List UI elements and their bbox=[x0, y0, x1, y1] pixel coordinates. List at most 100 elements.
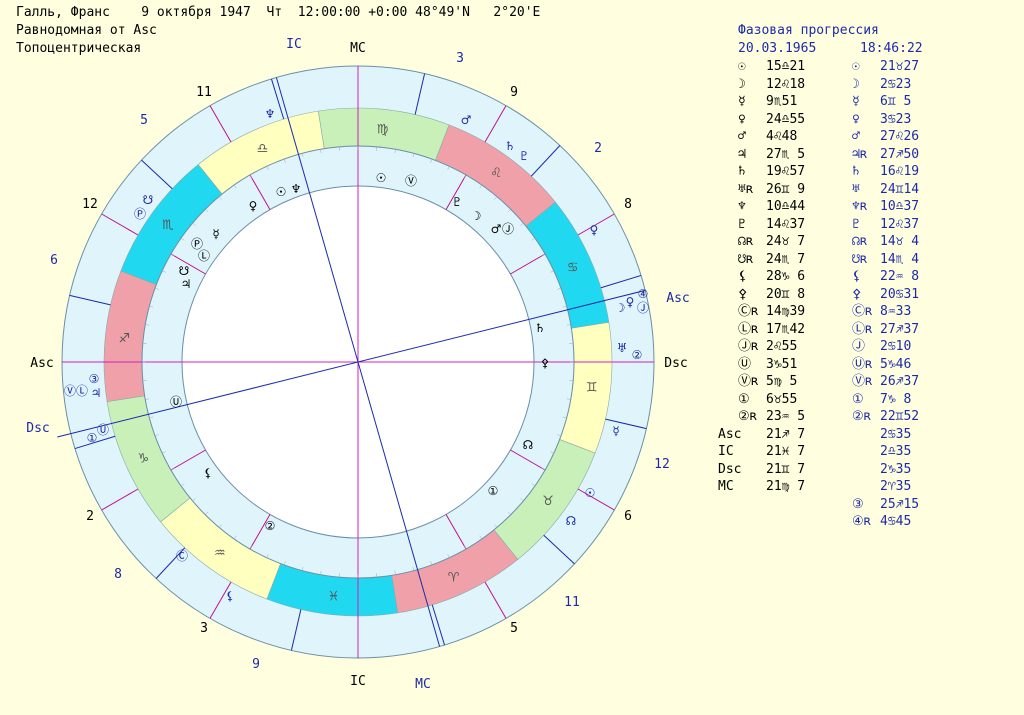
position-row: ☊ʀ 24♉ 7 bbox=[718, 233, 805, 251]
progressed-house-number: 6 bbox=[50, 253, 58, 268]
position-row: 2♎35 bbox=[852, 443, 919, 461]
zodiac-sign-glyph: ♐ bbox=[118, 331, 130, 346]
position-row: ☽ 12♌18 bbox=[718, 76, 805, 94]
position-value: 26♊ 9 bbox=[766, 181, 806, 197]
position-value: 23♒ 5 bbox=[766, 409, 806, 424]
position-value: 26♐37 bbox=[880, 374, 920, 389]
position-value: 24♉ 7 bbox=[766, 234, 806, 249]
position-symbol: ♇ bbox=[738, 216, 746, 232]
position-value: 19♌57 bbox=[766, 164, 806, 179]
position-value: 3♋23 bbox=[880, 111, 912, 127]
progressed-planet-glyph: ☋ bbox=[143, 193, 154, 207]
position-row: ☽ 2♋23 bbox=[852, 76, 919, 94]
position-row: Ⓛʀ 17♏42 bbox=[718, 321, 805, 339]
position-value: 12♌37 bbox=[880, 216, 920, 232]
natal-planet-glyph: ♃ bbox=[181, 277, 192, 291]
astrology-wheel[interactable]: ♐ ♑ ♒ ♓ ♈ ♉ ♊ ♋ ♌ ♍ ♎ ♏ MC IC Asc Dsc IC MC Asc Dsc 12 11 9 8 6 5… bbox=[0, 0, 720, 715]
progressed-positions-list: ☉ 21♉27 ☽ 2♋23 ☿ 6♊ 5 ♀ 3♋23 ♂ 27♌26 ♃ʀ 27♐50 ♄ 16♌19… bbox=[852, 58, 919, 531]
position-value: 3♑51 bbox=[766, 356, 798, 372]
position-row: ♀ 24♎55 bbox=[718, 111, 805, 129]
position-value: 7♑ 8 bbox=[880, 391, 912, 407]
position-value: 27♐50 bbox=[880, 146, 920, 162]
position-row: ♅ʀ 26♊ 9 bbox=[718, 181, 805, 199]
natal-house-number: 6 bbox=[624, 509, 632, 524]
position-value: 6♊ 5 bbox=[880, 94, 912, 109]
position-value: 27♏ 5 bbox=[766, 146, 806, 162]
natal-house-number: 5 bbox=[510, 621, 518, 636]
position-value: 16♌19 bbox=[880, 164, 920, 179]
position-symbol: Dsc bbox=[718, 461, 742, 477]
natal-planet-glyph: ♆ bbox=[291, 182, 302, 196]
asc-label: Asc bbox=[30, 356, 53, 371]
position-value: 21♐ 7 bbox=[766, 426, 806, 442]
natal-planet-glyph: ☉ bbox=[376, 171, 387, 185]
progressed-mc-label: MC bbox=[415, 677, 431, 692]
position-symbol: ☊ʀ bbox=[852, 234, 868, 249]
natal-planet-glyph: ☿ bbox=[212, 227, 219, 241]
progressed-planet-glyph: ♀ bbox=[590, 223, 599, 237]
progressed-house-number: 3 bbox=[456, 51, 464, 66]
zodiac-sign-glyph: ♒ bbox=[214, 546, 226, 561]
position-row: Ⓛʀ 27♐37 bbox=[852, 321, 919, 339]
natal-planet-glyph: Ⓤ bbox=[170, 395, 182, 409]
position-row: Ⓙʀ 2♌55 bbox=[718, 338, 805, 356]
natal-house-number: 2 bbox=[86, 509, 94, 524]
position-row: ♆ 10♎44 bbox=[718, 198, 805, 216]
position-value: 22♊52 bbox=[880, 409, 920, 424]
position-symbol: IC bbox=[718, 444, 734, 459]
zodiac-sign-glyph: ♑ bbox=[137, 452, 149, 467]
position-value: 17♏42 bbox=[766, 321, 806, 337]
position-value: 22♒ 8 bbox=[880, 269, 920, 284]
zodiac-sign-glyph: ♏ bbox=[162, 218, 174, 233]
progressed-house-number: 12 bbox=[654, 457, 670, 472]
natal-planet-glyph: Ⓙ bbox=[502, 222, 514, 236]
natal-planet-glyph: ⚸ bbox=[204, 466, 213, 480]
position-row: Ⓙ 2♋10 bbox=[852, 338, 919, 356]
position-symbol: ☿ bbox=[852, 94, 860, 109]
position-symbol: ① bbox=[852, 391, 864, 407]
position-row: Ⓥʀ 5♍ 5 bbox=[718, 373, 805, 391]
position-symbol: ♂ bbox=[852, 129, 860, 144]
position-row: ②ʀ 23♒ 5 bbox=[718, 408, 805, 426]
zodiac-sign-glyph: ♉ bbox=[542, 494, 554, 509]
progressed-planet-glyph: ☽ bbox=[615, 301, 626, 315]
progressed-planet-glyph: Ⓤ bbox=[97, 423, 109, 437]
position-row: ☊ʀ 14♉ 4 bbox=[852, 233, 919, 251]
position-row: ⚸ 28♑ 6 bbox=[718, 268, 805, 286]
position-value: 14♍39 bbox=[766, 304, 806, 319]
position-value: 27♌26 bbox=[880, 129, 920, 144]
position-value: 20♋31 bbox=[880, 286, 920, 302]
position-value: 12♌18 bbox=[766, 76, 806, 92]
position-symbol: ♅ʀ bbox=[738, 181, 754, 197]
progressed-planet-glyph: ♀ bbox=[626, 295, 635, 309]
position-symbol: Ⓙʀ bbox=[738, 339, 759, 354]
natal-house-number: 8 bbox=[624, 197, 632, 212]
position-value: 21♊ 7 bbox=[766, 461, 806, 477]
position-symbol: Ⓒʀ bbox=[852, 304, 873, 319]
position-row: ♂ 27♌26 bbox=[852, 128, 919, 146]
position-symbol: ☊ʀ bbox=[738, 234, 754, 249]
position-value: 20♊ 8 bbox=[766, 286, 806, 302]
position-value: 4♋45 bbox=[880, 514, 912, 529]
position-symbol: ☋ʀ bbox=[852, 251, 868, 267]
zodiac-sign-glyph: ♍ bbox=[377, 122, 389, 137]
natal-planet-glyph: ⚴ bbox=[541, 356, 550, 370]
position-row: Dsc 21♊ 7 bbox=[718, 461, 805, 479]
progressed-planet-glyph: ④ bbox=[638, 287, 649, 301]
position-row: ♇ 12♌37 bbox=[852, 216, 919, 234]
position-row: ⚸ 22♒ 8 bbox=[852, 268, 919, 286]
position-symbol: Ⓥʀ bbox=[738, 374, 759, 389]
progressed-house-number: 8 bbox=[114, 567, 122, 582]
position-row: Ⓥʀ 26♐37 bbox=[852, 373, 919, 391]
position-symbol: ⚸ bbox=[852, 269, 862, 284]
natal-planet-glyph: ♄ bbox=[535, 321, 546, 335]
zodiac-sign-glyph: ♎ bbox=[257, 141, 269, 156]
mc-label: MC bbox=[350, 41, 366, 56]
progressed-planet-glyph: ♄ bbox=[505, 139, 516, 153]
position-row: ① 7♑ 8 bbox=[852, 391, 919, 409]
natal-planet-glyph: ♇ bbox=[452, 195, 463, 209]
position-symbol: ☉ bbox=[852, 59, 860, 74]
natal-house-number: 9 bbox=[510, 85, 518, 100]
position-row: ④ʀ 4♋45 bbox=[852, 513, 919, 531]
position-value: 10♎37 bbox=[880, 199, 920, 214]
